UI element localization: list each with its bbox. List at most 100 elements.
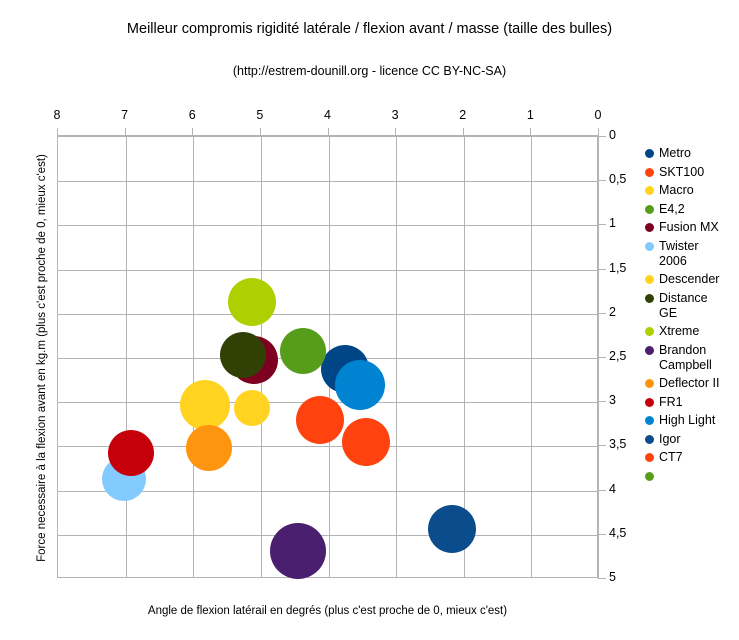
legend-label: Macro	[659, 183, 694, 197]
x-axis-title: Angle de flexion latérail en degrés (plu…	[147, 605, 508, 617]
y-tick-label: 3	[609, 393, 616, 408]
legend-label: Twister 2006	[659, 238, 699, 268]
legend-label: Brandon Campbell	[659, 342, 712, 372]
y-tick-label: 0	[609, 128, 616, 142]
chart-legend: Metro SKT100 Macro E4,2 Fusion MX Twister 200…	[645, 146, 739, 486]
gridline-horizontal	[58, 181, 597, 183]
x-tick-label: 3	[391, 108, 399, 122]
bubble-fr1[interactable]	[108, 429, 155, 476]
legend-marker-icon	[645, 345, 654, 355]
x-tick-label: 2	[459, 108, 467, 122]
legend-label: High Light	[659, 413, 716, 427]
legend-marker-icon	[645, 327, 654, 336]
y-tick-label: 3,5	[609, 437, 627, 452]
chart-page: Meilleur compromis rigidité latérale / f…	[0, 0, 739, 640]
y-tick-label: 2	[609, 304, 616, 319]
legend-item-fr1[interactable]: FR1	[645, 395, 739, 410]
bubble-ct7[interactable]	[341, 417, 390, 466]
bubble-descender[interactable]	[234, 390, 271, 427]
y-tick-mark	[598, 224, 606, 226]
x-tick-label: 8	[53, 108, 61, 122]
legend-marker-icon	[645, 397, 654, 407]
bubble-brandon-campbell[interactable]	[270, 522, 327, 579]
legend-marker-icon	[645, 167, 654, 177]
legend-item-deflector-ii[interactable]: Deflector II	[645, 376, 739, 391]
legend-marker-icon	[645, 223, 654, 232]
legend-label: Metro	[659, 146, 691, 160]
legend-label: Fusion MX	[659, 220, 719, 234]
legend-label: FR1	[659, 394, 683, 409]
bubble-xtreme[interactable]	[228, 278, 277, 327]
y-tick-mark	[598, 312, 606, 314]
gridline-horizontal	[58, 225, 597, 227]
x-tick-label: 0	[594, 108, 602, 122]
bubble-deflector-ii[interactable]	[185, 425, 232, 472]
y-tick-mark	[598, 401, 606, 403]
legend-item-twister-2006[interactable]: Twister 2006	[645, 239, 739, 269]
gridline-vertical	[396, 137, 398, 577]
bubble-skt100[interactable]	[296, 395, 345, 444]
y-tick-label: 1	[609, 216, 616, 231]
x-tick-label: 5	[256, 108, 264, 122]
legend-item-igor[interactable]: Igor	[645, 432, 739, 447]
legend-item-xtreme[interactable]: Xtreme	[645, 324, 739, 339]
gridline-vertical	[193, 137, 195, 577]
gridline-vertical	[125, 137, 127, 577]
y-axis-title: Force necessaire à la flexion avant en k…	[36, 154, 48, 562]
legend-item-metro[interactable]: Metro	[645, 146, 739, 161]
legend-item-macro[interactable]: Macro	[645, 183, 739, 198]
y-tick-mark	[598, 533, 606, 535]
x-tick-label: 1	[526, 108, 534, 122]
legend-item-fusion-mx[interactable]: Fusion MX	[645, 220, 739, 235]
y-tick-mark	[598, 489, 606, 491]
legend-label: Xtreme	[659, 324, 700, 338]
y-tick-mark	[598, 180, 606, 182]
plot-area	[57, 136, 598, 579]
x-tick-label: 4	[324, 108, 331, 122]
gridline-horizontal	[58, 313, 597, 315]
legend-marker-icon	[645, 471, 654, 481]
legend-marker-icon	[645, 149, 654, 158]
gridline-vertical	[531, 137, 533, 577]
legend-item-ct7[interactable]: CT7	[645, 450, 739, 465]
y-tick-mark	[598, 578, 606, 579]
legend-item-e4,2[interactable]: E4,2	[645, 202, 739, 217]
bubble-macro[interactable]	[179, 379, 230, 430]
legend-marker-icon	[645, 293, 654, 303]
legend-item-unnamed[interactable]	[645, 469, 739, 483]
legend-item-skt100[interactable]: SKT100	[645, 165, 739, 180]
y-tick-label: 2,5	[609, 349, 627, 363]
y-tick-mark	[598, 445, 606, 447]
y-tick-mark	[598, 268, 606, 270]
legend-marker-icon	[645, 186, 654, 195]
legend-label: Deflector II	[659, 376, 720, 390]
legend-marker-icon	[645, 204, 654, 214]
bubble-high-light[interactable]	[335, 359, 386, 410]
legend-label: Distance GE	[659, 290, 708, 320]
legend-marker-icon	[645, 379, 654, 388]
y-tick-label: 0,5	[609, 172, 627, 187]
legend-label: SKT100	[659, 164, 705, 179]
y-tick-mark	[598, 136, 606, 137]
legend-marker-icon	[645, 453, 654, 462]
legend-item-brandon-campbell[interactable]: Brandon Campbell	[645, 343, 739, 373]
gridline-horizontal	[58, 534, 597, 536]
bubble-igor[interactable]	[428, 504, 477, 553]
x-tick-label: 7	[121, 108, 129, 122]
chart-title: Meilleur compromis rigidité latérale / f…	[126, 21, 613, 37]
legend-marker-icon	[645, 434, 654, 444]
legend-marker-icon	[645, 275, 654, 284]
bubble-e4-2[interactable]	[280, 327, 327, 374]
y-tick-label: 4,5	[609, 525, 627, 540]
y-tick-label: 5	[609, 570, 616, 584]
chart-subtitle: (http://estrem-dounill.org - licence CC …	[232, 64, 507, 78]
x-tick-mark	[598, 128, 599, 136]
legend-item-distance-ge[interactable]: Distance GE	[645, 291, 739, 321]
y-tick-mark	[598, 357, 606, 358]
legend-item-descender[interactable]: Descender	[645, 272, 739, 287]
legend-label: Igor	[659, 431, 681, 446]
legend-item-high-light[interactable]: High Light	[645, 413, 739, 428]
gridline-horizontal	[58, 269, 597, 271]
legend-label: E4,2	[659, 201, 685, 216]
legend-label: Descender	[659, 272, 720, 286]
